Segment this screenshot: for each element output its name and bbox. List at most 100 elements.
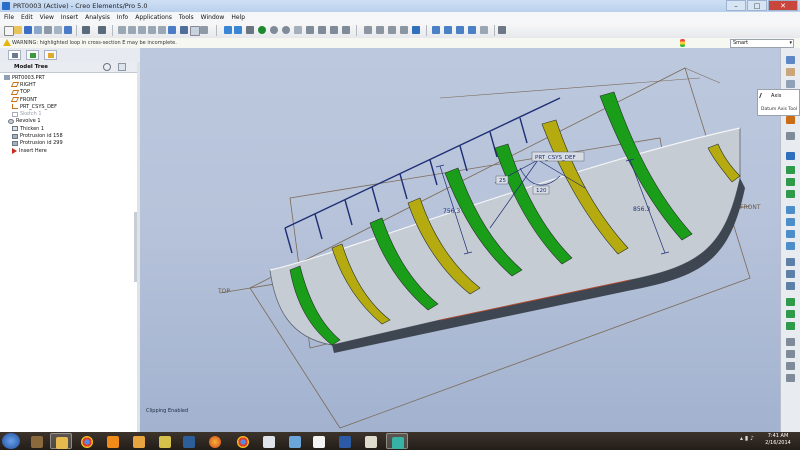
draft-tool-icon[interactable] xyxy=(786,242,795,250)
view-manager-icon[interactable] xyxy=(330,26,338,34)
shell-tool-icon[interactable] xyxy=(786,218,795,226)
tab-favorites[interactable] xyxy=(44,50,57,60)
menu-insert[interactable]: Insert xyxy=(61,14,78,21)
variable-sweep-tool-icon[interactable] xyxy=(786,190,795,198)
minimize-button[interactable]: – xyxy=(726,0,746,11)
taskbar-item[interactable] xyxy=(308,433,330,449)
solidify-tool-icon[interactable] xyxy=(786,374,795,382)
menu-analysis[interactable]: Analysis xyxy=(85,14,110,21)
taskbar-item[interactable] xyxy=(178,433,200,449)
close-button[interactable]: ✕ xyxy=(768,0,798,11)
mirror-tool-icon[interactable] xyxy=(786,298,795,306)
taskbar-item[interactable] xyxy=(334,433,356,449)
taskbar-item[interactable] xyxy=(102,433,124,449)
zoom-out-icon[interactable] xyxy=(282,26,290,34)
taskbar-item[interactable] xyxy=(204,433,226,449)
taskbar-item[interactable] xyxy=(232,433,254,449)
dimension-label[interactable]: 856.3 xyxy=(633,206,650,213)
csys-label[interactable]: PRT_CSYS_DEF xyxy=(535,155,576,161)
tree-item-sketch[interactable]: Sketch 1 xyxy=(0,110,139,117)
hole-tool-icon[interactable] xyxy=(786,206,795,214)
tree-item-part[interactable]: PRT0003.PRT xyxy=(0,74,139,81)
merge-tool-icon[interactable] xyxy=(786,310,795,318)
dimension-label[interactable]: 120 xyxy=(536,188,547,194)
menu-file[interactable]: File xyxy=(4,14,14,21)
revolve-tool-icon[interactable] xyxy=(786,178,795,186)
menu-tools[interactable]: Tools xyxy=(179,14,194,21)
datum-planes-icon[interactable] xyxy=(432,26,440,34)
menu-view[interactable]: View xyxy=(40,14,54,21)
taskbar-item[interactable] xyxy=(360,433,382,449)
saved-views-icon[interactable] xyxy=(306,26,314,34)
offset-tool-icon[interactable] xyxy=(786,350,795,358)
taskbar-item[interactable] xyxy=(154,433,176,449)
tree-settings-icon[interactable] xyxy=(118,63,126,71)
extend-tool-icon[interactable] xyxy=(786,338,795,346)
chamfer-tool-icon[interactable] xyxy=(786,270,795,278)
select-box-icon[interactable] xyxy=(190,26,200,36)
email-icon[interactable] xyxy=(44,26,52,34)
paste-special-icon[interactable] xyxy=(148,26,156,34)
extrude-tool-icon[interactable] xyxy=(786,166,795,174)
save-icon[interactable] xyxy=(24,26,32,34)
open-folder-icon[interactable] xyxy=(14,26,22,34)
layers-icon[interactable] xyxy=(318,26,326,34)
datum-plane-label[interactable]: FRONT xyxy=(740,204,761,211)
menu-help[interactable]: Help xyxy=(231,14,245,21)
sketch-tool-icon[interactable] xyxy=(786,152,795,160)
repaint-icon[interactable] xyxy=(224,26,232,34)
trim-tool-icon[interactable] xyxy=(786,322,795,330)
menu-applications[interactable]: Applications xyxy=(135,14,172,21)
tree-item-front[interactable]: FRONT xyxy=(0,96,139,103)
tree-item-protrusion-158[interactable]: Protrusion id 158 xyxy=(0,132,139,139)
menu-info[interactable]: Info xyxy=(117,14,128,21)
datum-csys-tool-icon[interactable] xyxy=(786,116,795,124)
clock[interactable]: 7:41 AM 2/16/2014 xyxy=(758,433,798,447)
select-dropdown-icon[interactable] xyxy=(200,26,208,34)
datum-plane-label[interactable]: TOP xyxy=(217,288,230,295)
taskbar-item[interactable] xyxy=(128,433,150,449)
find-icon[interactable] xyxy=(180,26,188,34)
taskbar-item[interactable] xyxy=(258,433,280,449)
tab-model-tree[interactable] xyxy=(8,50,21,60)
tree-item-protrusion-299[interactable]: Protrusion id 299 xyxy=(0,140,139,147)
copy-icon[interactable] xyxy=(128,26,136,34)
datum-plane-tool-icon[interactable] xyxy=(786,56,795,64)
refit-icon[interactable] xyxy=(294,26,302,34)
selection-filter-select[interactable]: Smart ▾ xyxy=(730,39,794,48)
sketch-curve-tool-icon[interactable] xyxy=(786,80,795,88)
new-file-icon[interactable] xyxy=(4,26,14,36)
tree-item-csys[interactable]: PRT_CSYS_DEF xyxy=(0,103,139,110)
start-button[interactable] xyxy=(2,433,20,449)
dimension-label[interactable]: 756.3 xyxy=(443,208,460,215)
hidden-line-icon[interactable] xyxy=(376,26,384,34)
enhanced-realism-icon[interactable] xyxy=(412,26,420,34)
pattern-tool-icon[interactable] xyxy=(786,282,795,290)
annotation-display-icon[interactable] xyxy=(480,26,488,34)
taskbar-item-creo[interactable] xyxy=(386,433,408,449)
datum-axis-tool-icon[interactable] xyxy=(786,68,795,76)
undo-icon[interactable] xyxy=(82,26,90,34)
analysis-feature-icon[interactable] xyxy=(786,132,795,140)
datum-points-icon[interactable] xyxy=(456,26,464,34)
cut-icon[interactable] xyxy=(118,26,126,34)
menu-window[interactable]: Window xyxy=(201,14,225,21)
taskbar-item[interactable] xyxy=(76,433,98,449)
context-help-icon[interactable] xyxy=(498,26,506,34)
shaded-icon[interactable] xyxy=(400,26,408,34)
gear-icon[interactable] xyxy=(103,63,111,71)
dimension-label[interactable]: 25 xyxy=(499,178,506,184)
taskbar-item[interactable] xyxy=(26,433,48,449)
paste-icon[interactable] xyxy=(138,26,146,34)
taskbar-item[interactable] xyxy=(50,433,72,449)
regenerate-icon[interactable] xyxy=(168,26,176,34)
properties-icon[interactable] xyxy=(64,26,72,34)
menu-edit[interactable]: Edit xyxy=(21,14,33,21)
tree-item-top[interactable]: TOP xyxy=(0,89,139,96)
taskbar-item[interactable] xyxy=(284,433,306,449)
mirror-icon[interactable] xyxy=(158,26,166,34)
zoom-in-icon[interactable] xyxy=(270,26,278,34)
tree-item-revolve[interactable]: Revolve 1 xyxy=(0,118,139,125)
maximize-button[interactable]: □ xyxy=(747,0,767,11)
redo-icon[interactable] xyxy=(98,26,106,34)
